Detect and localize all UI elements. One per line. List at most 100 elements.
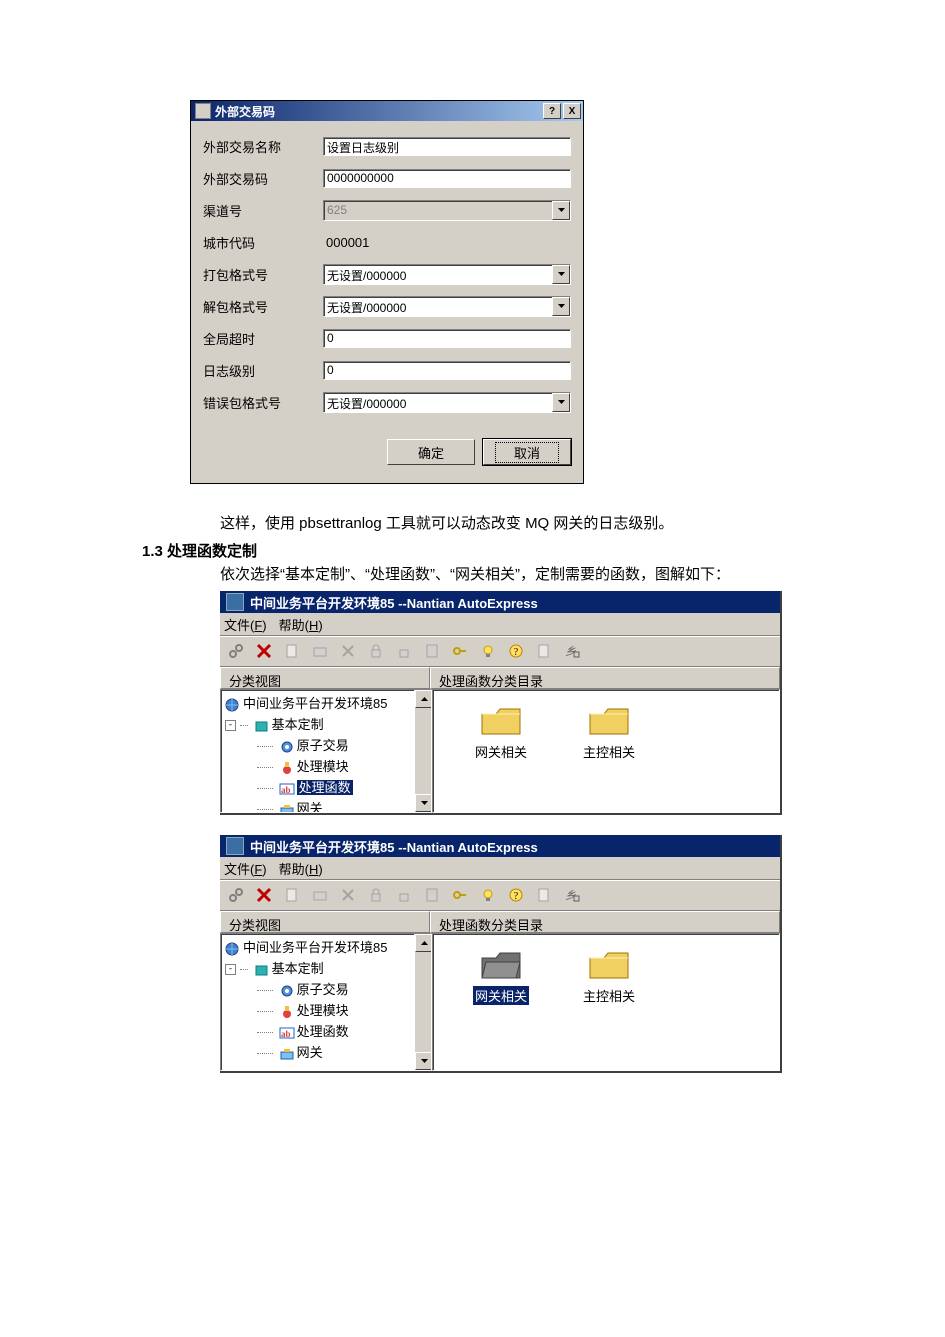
tool-bulb-icon[interactable] <box>476 639 500 663</box>
chevron-down-icon[interactable] <box>552 297 570 316</box>
errpack-select[interactable]: 无设置/000000 <box>323 392 571 413</box>
menu-file[interactable]: 文件(F) <box>224 615 267 634</box>
ok-button[interactable]: 确定 <box>387 439 475 465</box>
tool-wizard-icon[interactable]: 乡 <box>560 883 584 907</box>
svg-text:ab: ab <box>281 1029 291 1039</box>
gateway-icon <box>279 803 295 813</box>
section-heading: 1.3 处理函数定制 <box>142 540 945 561</box>
tool-key-icon[interactable] <box>448 883 472 907</box>
tree-panel-header: 分类视图 <box>220 667 430 689</box>
scrollbar[interactable] <box>414 934 431 1070</box>
chevron-down-icon[interactable] <box>552 201 570 220</box>
tool-new-icon[interactable] <box>280 639 304 663</box>
tree-basic[interactable]: - 基本定制 <box>223 957 431 978</box>
tool-open-icon[interactable] <box>308 639 332 663</box>
tree-function[interactable]: ab处理函数 <box>223 1020 431 1041</box>
loglevel-input[interactable]: 0 <box>323 361 571 380</box>
chevron-down-icon[interactable] <box>552 265 570 284</box>
external-trans-dialog: 外部交易码 ? X 外部交易名称 设置日志级别 外部交易码 0000000000… <box>190 100 584 484</box>
tool-bulb-icon[interactable] <box>476 883 500 907</box>
tool-doc-icon[interactable] <box>532 639 556 663</box>
tree-panel[interactable]: 中间业务平台开发环境85 - 基本定制 原子交易 处理模块 ab处理函数 <box>220 933 432 1071</box>
tool-unlink-icon[interactable] <box>252 883 276 907</box>
close-button[interactable]: X <box>563 103 581 119</box>
unpack-label: 解包格式号 <box>203 297 323 316</box>
right-panel-header: 处理函数分类目录 <box>430 667 780 689</box>
channel-select[interactable]: 625 <box>323 200 571 221</box>
folder-panel[interactable]: 网关相关 主控相关 <box>432 689 780 813</box>
function-icon: ab <box>279 1026 295 1040</box>
pack-select[interactable]: 无设置/000000 <box>323 264 571 285</box>
tree-atom[interactable]: 原子交易 <box>223 734 431 755</box>
ext-name-input[interactable]: 设置日志级别 <box>323 137 571 156</box>
scroll-down-icon[interactable] <box>415 794 432 812</box>
folder-icon <box>588 948 630 982</box>
module-icon <box>279 1005 295 1019</box>
folder-gateway[interactable]: 网关相关 <box>465 704 537 812</box>
tree-module[interactable]: 处理模块 <box>223 755 431 776</box>
tool-link-icon[interactable] <box>224 639 248 663</box>
ext-code-input[interactable]: 0000000000 <box>323 169 571 188</box>
help-button[interactable]: ? <box>543 103 561 119</box>
paragraph-1: 这样，使用 pbsettranlog 工具就可以动态改变 MQ 网关的日志级别。 <box>190 512 945 536</box>
tree-panel[interactable]: 中间业务平台开发环境85 - 基本定制 原子交易 处理模块 ab处理函数 <box>220 689 432 813</box>
atom-icon <box>279 984 295 998</box>
cancel-button[interactable]: 取消 <box>483 439 571 465</box>
tool-link-icon[interactable] <box>224 883 248 907</box>
globe-icon <box>225 942 241 956</box>
globe-icon <box>225 698 241 712</box>
tool-lock-icon[interactable] <box>364 883 388 907</box>
right-panel-header: 处理函数分类目录 <box>430 911 780 933</box>
menu-help[interactable]: 帮助(H) <box>279 615 323 634</box>
menu-bar[interactable]: 文件(F) 帮助(H) <box>220 613 780 636</box>
tool-paste-icon[interactable] <box>420 639 444 663</box>
tool-open-icon[interactable] <box>308 883 332 907</box>
tool-help-icon[interactable]: ? <box>504 883 528 907</box>
function-icon: ab <box>279 782 295 796</box>
tree-root[interactable]: 中间业务平台开发环境85 <box>223 692 431 713</box>
menu-help[interactable]: 帮助(H) <box>279 859 323 878</box>
folder-main[interactable]: 主控相关 <box>573 704 645 812</box>
tool-new-icon[interactable] <box>280 883 304 907</box>
tool-delete-icon[interactable] <box>336 883 360 907</box>
menu-file[interactable]: 文件(F) <box>224 859 267 878</box>
scroll-up-icon[interactable] <box>415 934 432 952</box>
menu-bar[interactable]: 文件(F) 帮助(H) <box>220 857 780 880</box>
tree-function[interactable]: ab处理函数 <box>223 776 431 797</box>
folder-main[interactable]: 主控相关 <box>573 948 645 1070</box>
tool-doc-icon[interactable] <box>532 883 556 907</box>
tool-unlink-icon[interactable] <box>252 639 276 663</box>
scroll-up-icon[interactable] <box>415 690 432 708</box>
tool-unlock-icon[interactable] <box>392 639 416 663</box>
tree-basic[interactable]: - 基本定制 <box>223 713 431 734</box>
scroll-down-icon[interactable] <box>415 1052 432 1070</box>
folder-gateway[interactable]: 网关相关 <box>465 948 537 1070</box>
scrollbar[interactable] <box>414 690 431 812</box>
pack-label: 打包格式号 <box>203 265 323 284</box>
loglevel-label: 日志级别 <box>203 361 323 380</box>
folder-panel[interactable]: 网关相关 主控相关 <box>432 933 780 1071</box>
ide-title-text: 中间业务平台开发环境85 --Nantian AutoExpress <box>250 837 538 856</box>
city-value: 000001 <box>323 235 369 250</box>
ide-window-1: 中间业务平台开发环境85 --Nantian AutoExpress 文件(F)… <box>220 591 782 815</box>
tool-paste-icon[interactable] <box>420 883 444 907</box>
tool-delete-icon[interactable] <box>336 639 360 663</box>
svg-text:?: ? <box>514 647 519 658</box>
tool-help-icon[interactable]: ? <box>504 639 528 663</box>
tree-root[interactable]: 中间业务平台开发环境85 <box>223 936 431 957</box>
tree-gateway[interactable]: 网关 <box>223 1041 431 1062</box>
chevron-down-icon[interactable] <box>552 393 570 412</box>
tool-wizard-icon[interactable]: 乡 <box>560 639 584 663</box>
tree-atom[interactable]: 原子交易 <box>223 978 431 999</box>
box-icon <box>254 963 270 977</box>
tree-module[interactable]: 处理模块 <box>223 999 431 1020</box>
timeout-input[interactable]: 0 <box>323 329 571 348</box>
dialog-titlebar[interactable]: 外部交易码 ? X <box>191 101 583 121</box>
tool-unlock-icon[interactable] <box>392 883 416 907</box>
tool-key-icon[interactable] <box>448 639 472 663</box>
unpack-select[interactable]: 无设置/000000 <box>323 296 571 317</box>
ide-titlebar[interactable]: 中间业务平台开发环境85 --Nantian AutoExpress <box>220 591 780 613</box>
tree-gateway[interactable]: 网关 <box>223 797 431 813</box>
tool-lock-icon[interactable] <box>364 639 388 663</box>
ide-titlebar[interactable]: 中间业务平台开发环境85 --Nantian AutoExpress <box>220 835 780 857</box>
